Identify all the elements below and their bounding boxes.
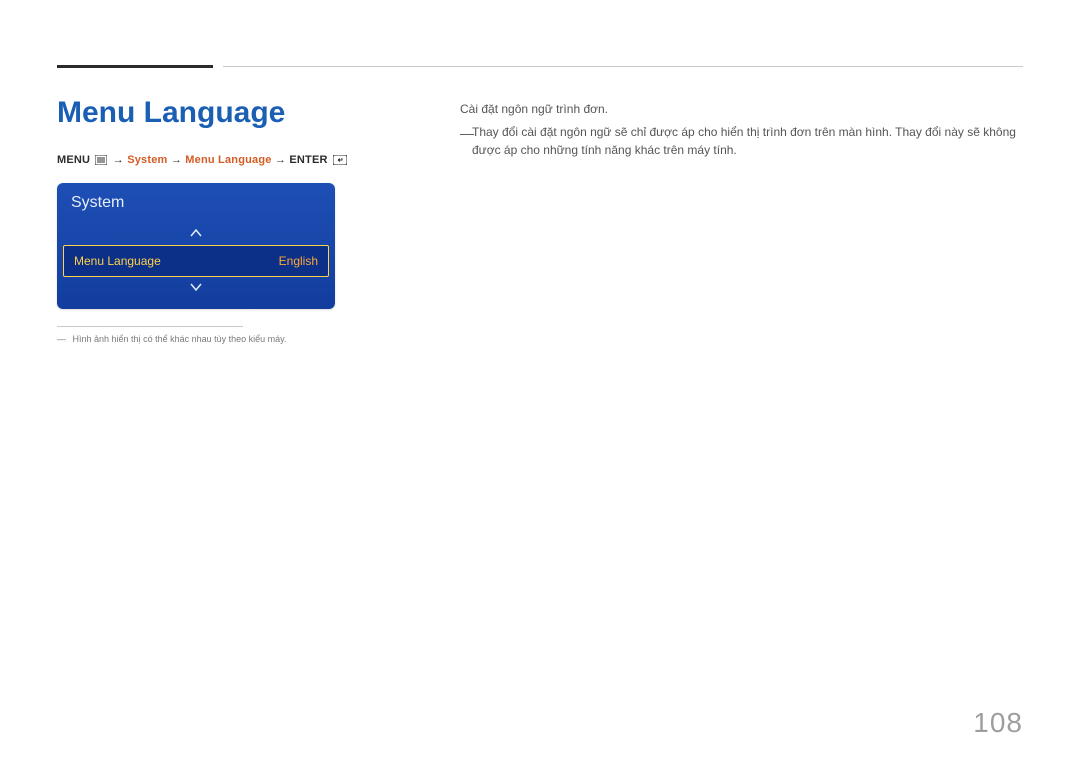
footnote: ― Hình ảnh hiển thị có thể khác nhau tùy… xyxy=(57,334,287,344)
osd-item-label: Menu Language xyxy=(74,247,161,275)
breadcrumb-arrow-3: → xyxy=(275,154,286,166)
header-rule-thin xyxy=(223,66,1023,67)
breadcrumb-item: Menu Language xyxy=(185,154,271,166)
note-dash-icon: ― xyxy=(460,123,474,145)
osd-panel: System Menu Language English xyxy=(57,183,335,309)
osd-menu-language-item[interactable]: Menu Language English xyxy=(63,245,329,277)
breadcrumb-system: System xyxy=(127,154,167,166)
header-rule-thick xyxy=(57,65,213,68)
breadcrumb-enter: ENTER xyxy=(289,154,327,166)
footnote-text: Hình ảnh hiển thị có thể khác nhau tùy t… xyxy=(73,334,287,344)
osd-down-arrow[interactable] xyxy=(57,277,335,299)
description-note-text: Thay đổi cài đặt ngôn ngữ sẽ chỉ được áp… xyxy=(472,125,1016,158)
breadcrumb: MENU → System → Menu Language → ENTER xyxy=(57,154,349,168)
menu-icon xyxy=(95,155,107,168)
osd-title: System xyxy=(57,183,335,223)
description-block: Cài đặt ngôn ngữ trình đơn. ― Thay đổi c… xyxy=(460,100,1020,160)
breadcrumb-arrow-1: → xyxy=(113,154,124,166)
osd-item-value: English xyxy=(279,247,318,275)
footnote-separator xyxy=(57,326,243,327)
enter-icon xyxy=(333,155,347,168)
footnote-dash-icon: ― xyxy=(57,334,66,344)
breadcrumb-arrow-2: → xyxy=(171,154,182,166)
page-title: Menu Language xyxy=(57,96,285,130)
breadcrumb-menu: MENU xyxy=(57,154,90,166)
page-number: 108 xyxy=(973,707,1023,739)
description-note: ― Thay đổi cài đặt ngôn ngữ sẽ chỉ được … xyxy=(460,123,1020,160)
description-line: Cài đặt ngôn ngữ trình đơn. xyxy=(460,100,1020,119)
osd-up-arrow[interactable] xyxy=(57,223,335,245)
